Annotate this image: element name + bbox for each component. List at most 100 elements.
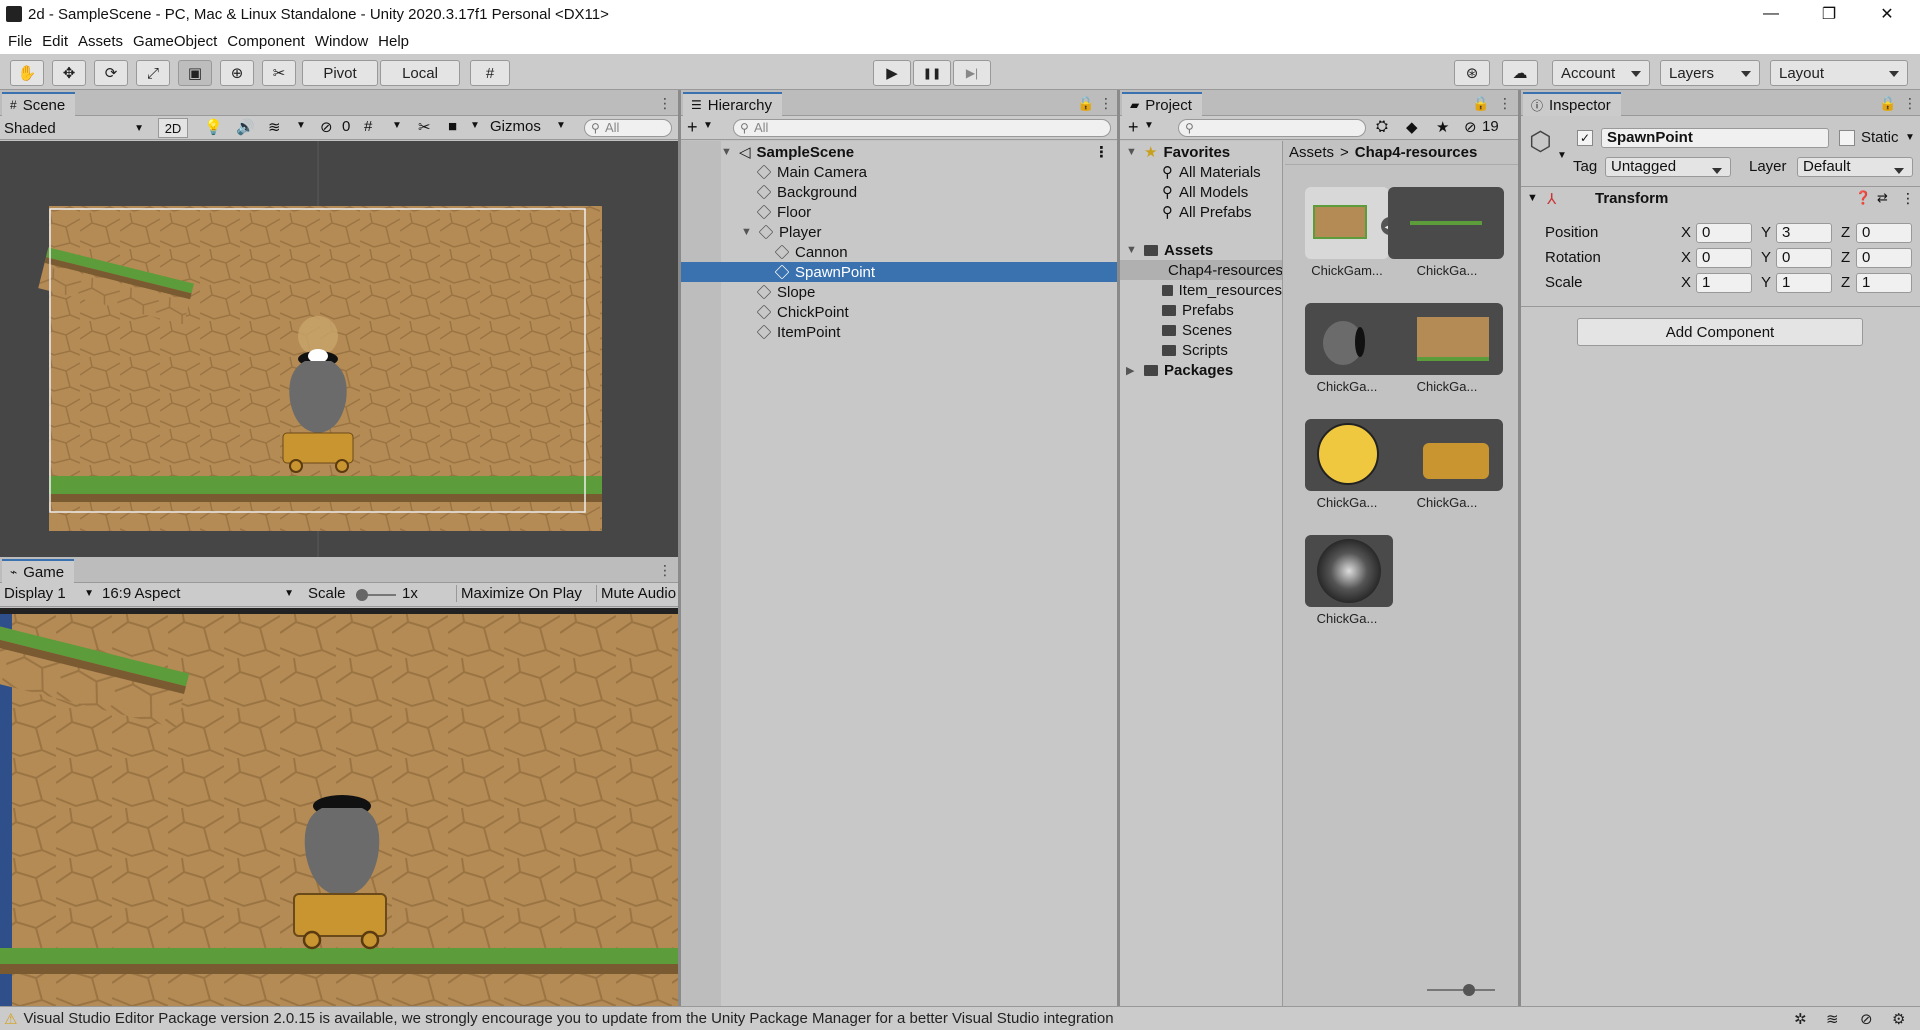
hierarchy-item-player[interactable]: ▼ Player — [741, 222, 822, 242]
folder-scripts[interactable]: Scripts — [1162, 340, 1228, 360]
transform-tool-icon[interactable]: ⊕ — [220, 60, 254, 86]
toggle-2d-button[interactable]: 2D — [158, 118, 188, 138]
tab-inspector[interactable]: ⓘ Inspector — [1523, 92, 1621, 116]
maximize-on-play-toggle[interactable]: Maximize On Play — [456, 585, 582, 602]
menu-file[interactable]: File — [8, 33, 32, 50]
component-menu-icon[interactable]: ⋮ — [1901, 190, 1915, 207]
move-tool-icon[interactable]: ✥ — [52, 60, 86, 86]
debug-icon[interactable]: ✲ — [1794, 1010, 1807, 1028]
asset-thumbnail[interactable] — [1388, 187, 1504, 259]
scene-viewport[interactable] — [0, 141, 678, 557]
display-dropdown[interactable]: Display 1 ▼ — [4, 585, 98, 605]
folder-chap4-resources[interactable]: Chap4-resources — [1120, 260, 1282, 280]
search-by-type-icon[interactable]: ⛭ — [1376, 118, 1388, 135]
scale-tool-icon[interactable]: ⤢ — [136, 60, 170, 86]
close-button[interactable]: ✕ — [1858, 0, 1916, 28]
static-dropdown-icon[interactable]: ▼ — [1905, 132, 1915, 143]
add-component-button[interactable]: Add Component — [1577, 318, 1863, 346]
asset-thumbnail[interactable] — [1305, 419, 1503, 491]
account-dropdown[interactable]: Account — [1552, 60, 1650, 86]
aspect-dropdown[interactable]: 16:9 Aspect ▼ — [102, 585, 298, 605]
packages-header[interactable]: ▶ Packages — [1126, 360, 1233, 380]
expand-icon[interactable]: ▼ — [721, 146, 733, 158]
create-plus-icon[interactable]: + — [1128, 117, 1139, 138]
step-button[interactable]: ▶| — [953, 60, 991, 86]
grid-dropdown-icon[interactable]: ▼ — [392, 120, 402, 131]
create-plus-icon[interactable]: + — [687, 117, 698, 138]
layout-dropdown[interactable]: Layout — [1770, 60, 1908, 86]
grid-icon[interactable]: # — [364, 118, 372, 135]
folder-prefabs[interactable]: Prefabs — [1162, 300, 1234, 320]
asset-thumbnail[interactable] — [1305, 535, 1393, 607]
presets-icon[interactable]: ⇄ — [1877, 190, 1888, 206]
hierarchy-item-spawnpoint[interactable]: SpawnPoint — [681, 262, 1117, 282]
tag-dropdown[interactable]: Untagged — [1605, 157, 1731, 177]
hierarchy-menu-icon[interactable]: ⋮ — [1099, 95, 1113, 112]
expand-icon[interactable]: ▼ — [1126, 146, 1138, 158]
position-x-field[interactable]: 0 — [1696, 223, 1752, 243]
mute-audio-toggle[interactable]: Mute Audio — [596, 585, 678, 602]
active-checkbox[interactable]: ✓ — [1577, 130, 1593, 146]
rect-tool-icon[interactable]: ▣ — [178, 60, 212, 86]
custom-tool-icon[interactable]: ✂ — [262, 60, 296, 86]
menu-help[interactable]: Help — [378, 33, 409, 50]
status-message[interactable]: Visual Studio Editor Package version 2.0… — [23, 1010, 1783, 1027]
tab-scene[interactable]: # Scene — [2, 92, 76, 116]
maximize-button[interactable]: ❐ — [1800, 0, 1858, 28]
rotation-x-field[interactable]: 0 — [1696, 248, 1752, 268]
position-y-field[interactable]: 3 — [1776, 223, 1832, 243]
static-checkbox[interactable] — [1839, 130, 1855, 146]
hidden-objects-icon[interactable]: ⊘ — [320, 118, 333, 136]
pause-button[interactable]: ❚❚ — [913, 60, 951, 86]
scene-menu-kebab-icon[interactable]: ⋮ — [1094, 143, 1109, 161]
hand-tool-icon[interactable]: ✋ — [10, 60, 44, 86]
expand-icon[interactable]: ▼ — [1126, 244, 1138, 256]
gizmos-chevron-icon[interactable]: ▼ — [556, 120, 566, 131]
lock-icon[interactable]: 🔒 — [1472, 95, 1489, 112]
lock-icon[interactable]: 🔒 — [1077, 95, 1094, 112]
game-viewport[interactable] — [0, 608, 678, 1006]
scale-slider-thumb[interactable] — [356, 589, 368, 601]
favorite-star-icon[interactable]: ★ — [1436, 118, 1449, 136]
hierarchy-item-floor[interactable]: Floor — [756, 202, 811, 222]
icon-dropdown-icon[interactable]: ▼ — [1557, 150, 1567, 161]
minimize-button[interactable]: — — [1742, 0, 1800, 28]
effects-icon[interactable]: ≋ — [268, 118, 281, 136]
zoom-slider-thumb[interactable] — [1463, 984, 1475, 996]
folder-item-resources[interactable]: Item_resources — [1162, 280, 1282, 300]
asset-thumbnail[interactable] — [1305, 187, 1389, 259]
menu-gameobject[interactable]: GameObject — [133, 33, 217, 50]
hierarchy-item-slope[interactable]: Slope — [756, 282, 815, 302]
shading-dropdown[interactable]: Shaded ▼ — [4, 118, 148, 138]
assets-header[interactable]: ▼ Assets — [1126, 240, 1213, 260]
grid-snap-icon[interactable]: # — [470, 60, 510, 86]
hierarchy-item-itempoint[interactable]: ItemPoint — [756, 322, 840, 342]
collapse-icon[interactable]: ▶ — [1126, 364, 1138, 377]
cloud-icon[interactable]: ☁ — [1502, 60, 1538, 86]
menu-assets[interactable]: Assets — [78, 33, 123, 50]
progress-icon[interactable]: ≋ — [1826, 1010, 1839, 1028]
favorite-all-models[interactable]: ⚲ All Models — [1162, 182, 1248, 202]
favorite-all-prefabs[interactable]: ⚲ All Prefabs — [1162, 202, 1252, 222]
play-button[interactable]: ▶ — [873, 60, 911, 86]
tab-hierarchy[interactable]: ☰ Hierarchy — [683, 92, 782, 116]
inspector-menu-icon[interactable]: ⋮ — [1903, 95, 1917, 112]
scene-search-input[interactable]: All — [584, 119, 672, 137]
collab-icon[interactable]: ⊛ — [1454, 60, 1490, 86]
create-dropdown-icon[interactable]: ▼ — [703, 120, 713, 131]
local-button[interactable]: Local — [380, 60, 460, 86]
zoom-slider-track[interactable] — [1427, 989, 1495, 991]
scene-menu-icon[interactable]: ⋮ — [658, 95, 672, 112]
transform-collapse-icon[interactable]: ▼ — [1527, 192, 1538, 204]
tab-game[interactable]: ⌁ Game — [2, 559, 75, 583]
cache-server-icon[interactable]: ⊘ — [1860, 1010, 1873, 1028]
scene-root[interactable]: ▼ ◁ SampleScene ⋮ — [721, 142, 1117, 162]
help-icon[interactable]: ❓ — [1855, 190, 1871, 206]
hidden-packages-icon[interactable]: ⊘ — [1464, 118, 1477, 136]
scale-x-field[interactable]: 1 — [1696, 273, 1752, 293]
camera-dropdown-icon[interactable]: ▼ — [470, 120, 480, 131]
create-dropdown-icon[interactable]: ▼ — [1144, 120, 1154, 131]
project-search-input[interactable] — [1178, 119, 1366, 137]
breadcrumb-root[interactable]: Assets — [1289, 144, 1334, 161]
hierarchy-item-background[interactable]: Background — [756, 182, 857, 202]
